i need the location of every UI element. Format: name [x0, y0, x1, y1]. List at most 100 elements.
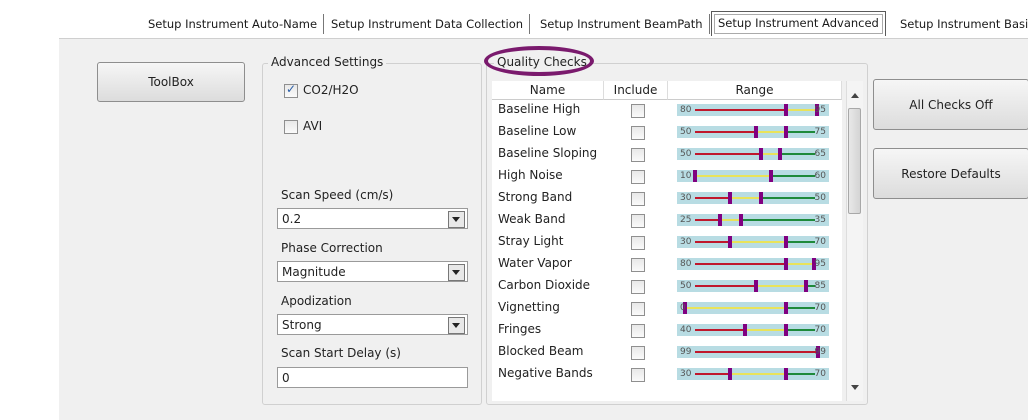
table-row[interactable]: Carbon Dioxide 5085: [492, 276, 842, 298]
range-slider[interactable]: 3050: [677, 192, 829, 204]
range-max-handle[interactable]: [778, 148, 782, 160]
restore-defaults-button[interactable]: Restore Defaults: [873, 148, 1028, 199]
include-checkbox[interactable]: [631, 302, 645, 316]
co2-h2o-checkbox[interactable]: [284, 84, 298, 98]
range-max-handle[interactable]: [784, 324, 788, 336]
range-min-handle[interactable]: [743, 324, 747, 336]
table-row[interactable]: Weak Band 2535: [492, 210, 842, 232]
column-header-name[interactable]: Name: [492, 81, 604, 100]
apodization-select[interactable]: Strong: [277, 314, 468, 335]
range-slider[interactable]: 2535: [677, 214, 829, 226]
scan-start-delay-input[interactable]: 0: [277, 367, 468, 388]
include-checkbox[interactable]: [631, 368, 645, 382]
range-high-segment: [761, 197, 815, 199]
range-mid-segment: [786, 263, 813, 265]
table-row[interactable]: Baseline High8095: [492, 100, 842, 122]
table-row[interactable]: Baseline Sloping 5065: [492, 144, 842, 166]
range-min-handle[interactable]: [754, 280, 758, 292]
avi-checkbox[interactable]: [284, 120, 298, 134]
toolbox-button[interactable]: ToolBox: [97, 62, 245, 102]
range-slider[interactable]: 9999: [677, 346, 829, 358]
range-max-handle[interactable]: [804, 280, 808, 292]
range-min-value: 10: [680, 170, 691, 182]
range-slider[interactable]: 8095: [677, 104, 829, 116]
range-min-handle[interactable]: [693, 170, 697, 182]
include-checkbox[interactable]: [631, 258, 645, 272]
range-max-handle[interactable]: [759, 192, 763, 204]
range-min-handle[interactable]: [759, 148, 763, 160]
scroll-down-icon[interactable]: [851, 385, 859, 390]
table-row[interactable]: Water Vapor8095: [492, 254, 842, 276]
scan-speed-select[interactable]: 0.2: [277, 208, 468, 229]
range-max-value: 70: [815, 236, 826, 248]
range-slider[interactable]: 3070: [677, 368, 829, 380]
include-checkbox[interactable]: [631, 126, 645, 140]
range-min-handle[interactable]: [754, 126, 758, 138]
include-checkbox[interactable]: [631, 104, 645, 118]
include-checkbox[interactable]: [631, 280, 645, 294]
include-checkbox[interactable]: [631, 214, 645, 228]
include-checkbox[interactable]: [631, 324, 645, 338]
range-max-handle[interactable]: [739, 214, 743, 226]
tab-advanced[interactable]: Setup Instrument Advanced: [711, 11, 886, 36]
range-min-handle[interactable]: [718, 214, 722, 226]
check-name: Carbon Dioxide: [498, 278, 590, 292]
tab-basic[interactable]: Setup Instrument Basic: [894, 14, 1028, 34]
include-checkbox[interactable]: [631, 192, 645, 206]
phase-correction-select[interactable]: Magnitude: [277, 261, 468, 282]
co2-h2o-label: CO2/H2O: [303, 83, 359, 97]
range-max-handle[interactable]: [784, 368, 788, 380]
range-min-value: 30: [680, 192, 691, 204]
range-slider[interactable]: 5075: [677, 126, 829, 138]
tab-data-collection[interactable]: Setup Instrument Data Collection: [325, 14, 530, 34]
scroll-up-icon[interactable]: [851, 93, 859, 98]
table-row[interactable]: Negative Bands3070: [492, 364, 842, 386]
range-slider[interactable]: 8095: [677, 258, 829, 270]
include-checkbox[interactable]: [631, 236, 645, 250]
range-min-handle[interactable]: [728, 368, 732, 380]
column-header-include[interactable]: Include: [604, 81, 668, 100]
table-row[interactable]: Baseline Low5075: [492, 122, 842, 144]
grid-scrollbar[interactable]: [846, 81, 863, 401]
include-checkbox[interactable]: [631, 170, 645, 184]
range-min-handle[interactable]: [728, 192, 732, 204]
range-min-handle[interactable]: [784, 258, 788, 270]
table-row[interactable]: High Noise1060: [492, 166, 842, 188]
apodization-label: Apodization: [281, 294, 352, 308]
all-checks-off-button[interactable]: All Checks Off: [873, 79, 1028, 130]
tab-auto-name[interactable]: Setup Instrument Auto-Name: [142, 14, 324, 34]
range-slider[interactable]: 10 60: [677, 170, 829, 182]
column-header-range[interactable]: Range: [668, 81, 842, 100]
table-row[interactable]: Stray Light3070: [492, 232, 842, 254]
include-checkbox[interactable]: [631, 346, 645, 360]
range-min-handle[interactable]: [728, 236, 732, 248]
range-max-value: 60: [815, 170, 826, 182]
range-min-value: 0: [680, 302, 686, 314]
range-slider[interactable]: 5085: [677, 280, 829, 292]
range-slider[interactable]: 3070: [677, 236, 829, 248]
table-row[interactable]: Strong Band3050: [492, 188, 842, 210]
range-high-segment: [780, 153, 815, 155]
range-slider[interactable]: 5065: [677, 148, 829, 160]
chevron-down-icon[interactable]: [448, 211, 465, 228]
table-row[interactable]: Vignetting070: [492, 298, 842, 320]
range-mid-segment: [786, 109, 816, 111]
range-max-handle[interactable]: [769, 170, 773, 182]
range-min-value: 50: [680, 126, 691, 138]
range-slider[interactable]: 070: [677, 302, 829, 314]
range-slider[interactable]: 4070: [677, 324, 829, 336]
table-row[interactable]: Fringes4070: [492, 320, 842, 342]
range-min-handle[interactable]: [784, 104, 788, 116]
check-name: Weak Band: [498, 212, 565, 226]
tab-beampath[interactable]: Setup Instrument BeamPath: [534, 14, 710, 34]
range-max-handle[interactable]: [784, 302, 788, 314]
check-name: Baseline Sloping: [498, 146, 597, 160]
table-row[interactable]: Blocked Beam9999: [492, 342, 842, 364]
range-max-handle[interactable]: [784, 236, 788, 248]
scrollbar-thumb[interactable]: [848, 108, 861, 214]
include-checkbox[interactable]: [631, 148, 645, 162]
range-min-value: 50: [680, 148, 691, 160]
chevron-down-icon[interactable]: [448, 317, 465, 334]
chevron-down-icon[interactable]: [448, 264, 465, 281]
range-max-handle[interactable]: [784, 126, 788, 138]
